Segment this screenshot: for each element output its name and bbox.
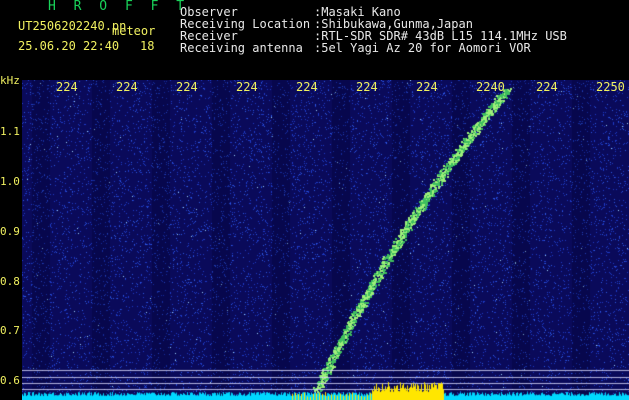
x-tick-label: 224: [116, 80, 138, 94]
x-tick-label: 224: [416, 80, 438, 94]
x-tick-label: 224: [356, 80, 378, 94]
y-axis-unit: kHz: [0, 74, 20, 87]
info-label-antenna: Receiving antenna: [180, 41, 303, 55]
hrofft-window: H R O F F T UT2506202240.pn meteor 25.06…: [0, 0, 629, 400]
datetime-label: 25.06.20 22:40: [18, 39, 120, 53]
y-tick-label: 0.8: [0, 275, 20, 288]
x-tick-label: 224: [236, 80, 258, 94]
y-tick-label: 0.9: [0, 225, 20, 238]
y-tick-label: 0.7: [0, 324, 20, 337]
info-value-antenna: :5el Yagi Az 20 for Aomori VOR: [314, 41, 531, 55]
meteor-label: meteor: [112, 24, 156, 38]
app-title: H R O F F T: [48, 0, 190, 14]
spectrogram-canvas: [22, 80, 629, 400]
y-tick-label: 0.6: [0, 374, 20, 387]
x-tick-label: 224: [296, 80, 318, 94]
meteor-count: 18: [140, 39, 155, 53]
x-axis: 224 224 224 224 224 224 224 2240 224 225…: [22, 80, 629, 96]
filename-label: UT2506202240.pn: [18, 19, 127, 33]
y-tick-label: 1.1: [0, 125, 20, 138]
x-tick-label: 224: [56, 80, 78, 94]
x-tick-label: 2240: [476, 80, 505, 94]
y-tick-label: 1.0: [0, 175, 20, 188]
x-tick-label: 224: [176, 80, 198, 94]
x-tick-label: 224: [536, 80, 558, 94]
x-tick-label: 2250: [596, 80, 625, 94]
